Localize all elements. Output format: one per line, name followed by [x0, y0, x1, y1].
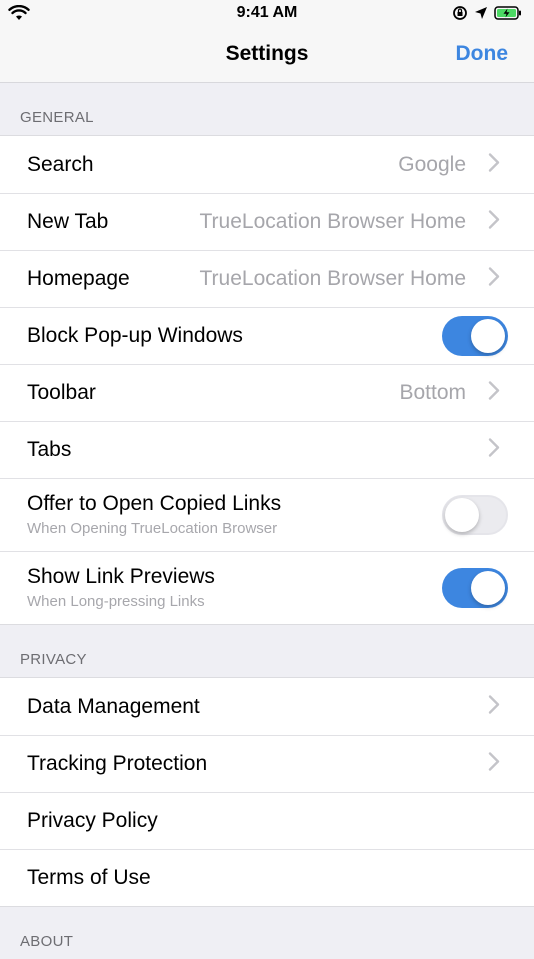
toggle-knob: [471, 318, 505, 353]
row-label: New Tab: [27, 209, 109, 233]
location-arrow-icon: [474, 6, 488, 25]
data-management-row[interactable]: Data Management: [0, 678, 534, 735]
privacy-group: Data Management Tracking Protection Priv…: [0, 677, 534, 907]
chevron-right-icon: [488, 209, 500, 234]
done-button[interactable]: Done: [456, 42, 509, 66]
row-label: Search: [27, 152, 94, 176]
section-header-general: GENERAL: [20, 109, 94, 126]
chevron-right-icon: [488, 266, 500, 291]
status-bar: 9:41 AM: [0, 0, 534, 28]
link-previews-toggle[interactable]: [442, 567, 508, 608]
row-label: Data Management: [27, 694, 200, 718]
chevron-right-icon: [488, 694, 500, 719]
chevron-right-icon: [488, 380, 500, 405]
tracking-protection-row[interactable]: Tracking Protection: [0, 735, 534, 792]
chevron-right-icon: [488, 751, 500, 776]
chevron-right-icon: [488, 152, 500, 177]
toolbar-row[interactable]: Toolbar Bottom: [0, 364, 534, 421]
offer-copied-links-row: Offer to Open Copied Links When Opening …: [0, 478, 534, 551]
row-label: Block Pop-up Windows: [27, 323, 243, 347]
homepage-row[interactable]: Homepage TrueLocation Browser Home: [0, 250, 534, 307]
row-sublabel: When Opening TrueLocation Browser: [27, 520, 278, 537]
row-sublabel: When Long-pressing Links: [27, 593, 205, 610]
terms-of-use-row[interactable]: Terms of Use: [0, 849, 534, 906]
row-label: Show Link Previews: [27, 565, 215, 588]
row-label: Homepage: [27, 266, 130, 290]
row-label: Privacy Policy: [27, 808, 158, 832]
section-header-about: ABOUT: [20, 933, 74, 950]
row-value: TrueLocation Browser Home: [199, 209, 467, 233]
settings-list: GENERAL Search Google New Tab TrueLocati…: [0, 83, 534, 959]
row-label: Toolbar: [27, 380, 96, 404]
link-previews-row: Show Link Previews When Long-pressing Li…: [0, 551, 534, 624]
row-label: Tracking Protection: [27, 751, 208, 775]
block-popups-row: Block Pop-up Windows: [0, 307, 534, 364]
row-label: Offer to Open Copied Links: [27, 492, 282, 515]
row-label: Tabs: [27, 437, 72, 461]
row-label: Terms of Use: [27, 865, 151, 889]
page-title: Settings: [225, 42, 309, 65]
general-group: Search Google New Tab TrueLocation Brows…: [0, 135, 534, 625]
new-tab-row[interactable]: New Tab TrueLocation Browser Home: [0, 193, 534, 250]
row-value: Bottom: [399, 380, 466, 404]
chevron-right-icon: [488, 437, 500, 462]
navigation-bar: Settings Done: [0, 28, 534, 83]
offer-copied-links-toggle[interactable]: [442, 494, 508, 535]
block-popups-toggle[interactable]: [442, 315, 508, 356]
toggle-knob: [445, 497, 479, 532]
toggle-knob: [471, 570, 505, 605]
search-row[interactable]: Search Google: [0, 136, 534, 193]
row-text: Show Link Previews When Long-pressing Li…: [27, 565, 215, 610]
row-value: TrueLocation Browser Home: [199, 266, 467, 290]
tabs-row[interactable]: Tabs: [0, 421, 534, 478]
orientation-lock-icon: [452, 5, 468, 26]
battery-charging-icon: [494, 6, 522, 25]
row-text: Offer to Open Copied Links When Opening …: [27, 492, 281, 537]
row-value: Google: [398, 152, 466, 176]
section-header-privacy: PRIVACY: [20, 651, 87, 668]
privacy-policy-row[interactable]: Privacy Policy: [0, 792, 534, 849]
